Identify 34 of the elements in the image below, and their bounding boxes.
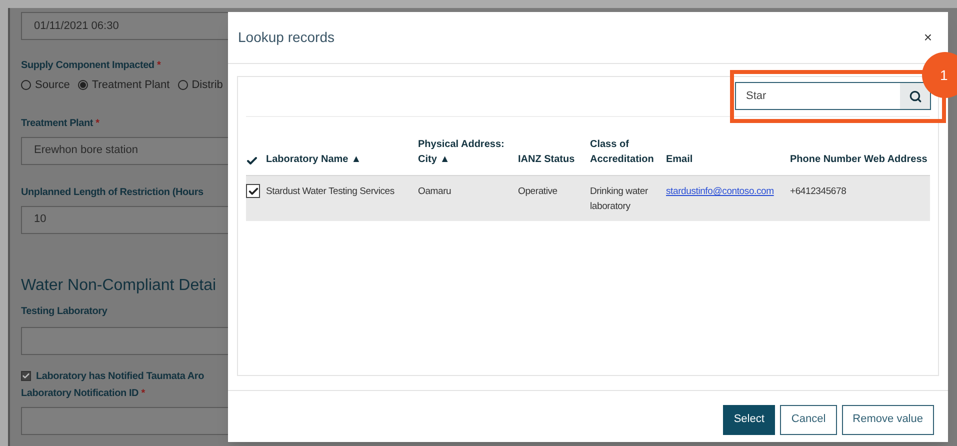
- table-cell: Drinking water laboratory: [590, 186, 648, 212]
- column-header[interactable]: Class of Accreditation: [590, 137, 666, 167]
- section-title: Water Non-Compliant Detai: [21, 276, 216, 296]
- column-header[interactable]: Phone Number: [790, 152, 864, 167]
- checkbox-label: Laboratory has Notified Taumata Aro: [36, 370, 204, 384]
- email-link[interactable]: stardustinfo@contoso.com: [666, 186, 774, 197]
- radio-label: Source: [35, 78, 70, 93]
- radio-label: Distrib: [192, 78, 223, 93]
- dialog-button[interactable]: Remove value: [842, 404, 934, 434]
- column-header[interactable]: Physical Address: City ▲: [418, 137, 518, 167]
- search-field[interactable]: Star: [735, 82, 931, 110]
- table-row[interactable]: Stardust Water Testing Services Oamaru Operative Drinking water laboratory stardustinfo@contoso.com +6412345678: [246, 175, 930, 221]
- select-button[interactable]: Select: [722, 404, 776, 434]
- table-cell: Operative: [518, 186, 558, 197]
- radio-label: Treatment Plant: [92, 78, 170, 93]
- radio-button[interactable]: [78, 80, 88, 90]
- radio-button[interactable]: [178, 80, 188, 90]
- table-cell: +6412345678: [790, 186, 846, 197]
- row-checkbox[interactable]: [246, 184, 260, 198]
- column-header[interactable]: Email: [666, 152, 790, 167]
- field-label: Laboratory Notification ID *: [21, 386, 145, 400]
- checkbox[interactable]: [21, 371, 31, 381]
- field-label: Supply Component Impacted *: [21, 59, 161, 73]
- column-header[interactable]: Web Address: [864, 152, 930, 167]
- dialog-button[interactable]: Cancel: [780, 404, 837, 434]
- field-label: Unplanned Length of Restriction (Hours: [21, 186, 204, 200]
- column-header[interactable]: IANZ Status: [518, 152, 590, 167]
- field-label: Testing Laboratory: [21, 304, 108, 318]
- field-label: Treatment Plant *: [21, 116, 100, 130]
- close-button[interactable]: ×: [918, 27, 938, 48]
- table-cell: Stardust Water Testing Services: [266, 186, 394, 197]
- radio-button[interactable]: [21, 80, 31, 90]
- table-cell: Oamaru: [418, 186, 452, 197]
- search-icon[interactable]: [900, 83, 930, 109]
